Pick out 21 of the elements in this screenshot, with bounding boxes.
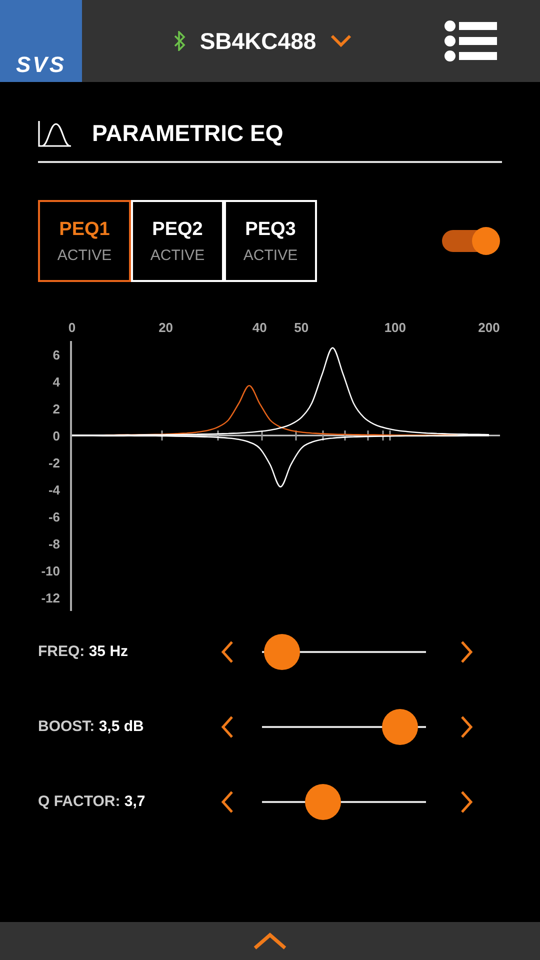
x-tick-label: 40 [252, 320, 267, 335]
y-tick-label: -8 [48, 536, 60, 552]
y-tick-label: -6 [48, 510, 60, 524]
y-tick-label: -4 [48, 482, 60, 498]
slider-label: BOOST: 3,5 dB [38, 718, 145, 735]
x-tick-label: 200 [478, 320, 500, 335]
y-tick-label: 2 [52, 402, 60, 416]
x-tick-label: 100 [384, 320, 406, 335]
x-tick-label: 20 [158, 320, 174, 335]
y-tick-label: 0 [52, 428, 60, 444]
slider-label: Q FACTOR: 3,7 [38, 793, 146, 810]
x-tick-label: 50 [294, 320, 309, 335]
y-tick-label: -10 [41, 564, 60, 578]
logo: SVS [0, 0, 82, 82]
x-tick-label: 0 [68, 320, 76, 335]
y-tick-label: 6 [52, 348, 60, 362]
y-tick-label: -12 [41, 590, 60, 606]
y-tick-label: 4 [52, 374, 60, 390]
section-title: PARAMETRIC EQ [92, 120, 284, 147]
y-tick-label: -2 [48, 456, 60, 470]
slider-label: FREQ: 35 Hz [38, 643, 130, 660]
